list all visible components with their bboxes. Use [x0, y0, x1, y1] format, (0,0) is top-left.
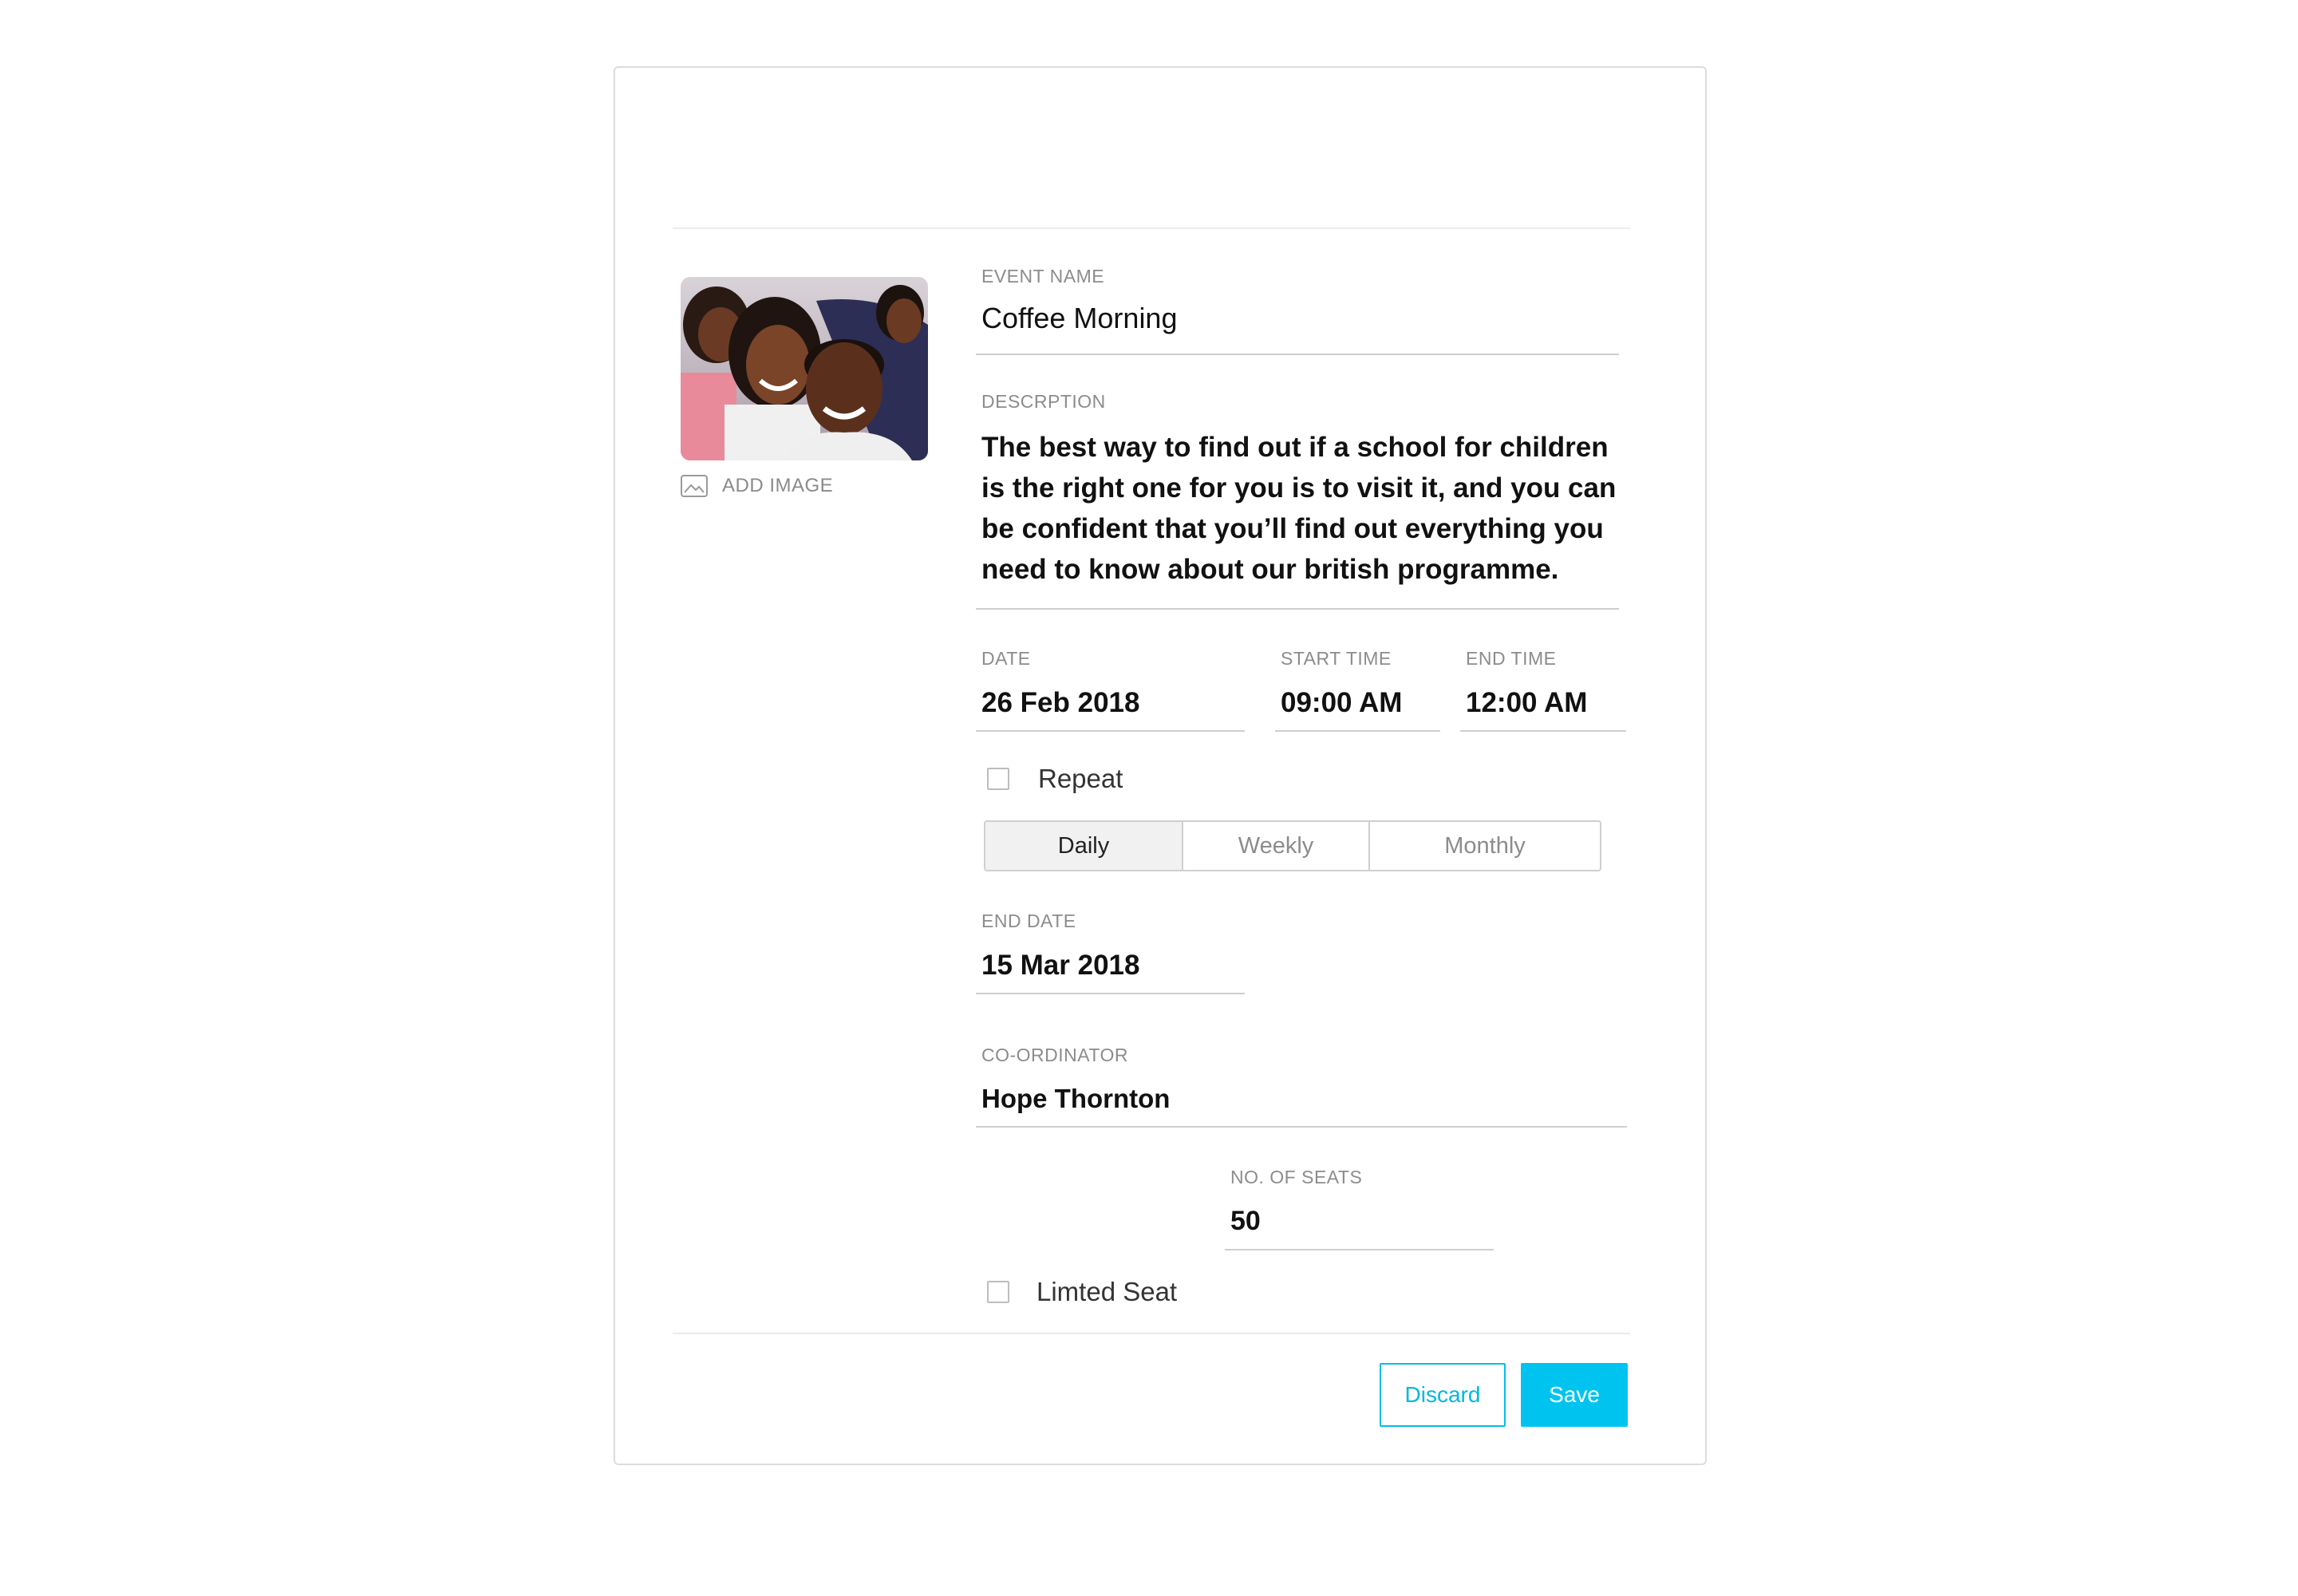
- date-label: DATE: [981, 648, 1031, 669]
- repeat-label: Repeat: [1038, 764, 1123, 793]
- end-time-label: END TIME: [1466, 648, 1557, 669]
- top-divider: [673, 227, 1630, 229]
- event-form-card: ADD IMAGE EVENT NAME Coffee Morning DESC…: [614, 66, 1707, 1465]
- seats-underline: [1225, 1249, 1494, 1250]
- seats-label: NO. OF SEATS: [1230, 1167, 1363, 1187]
- end-time-field[interactable]: END TIME 12:00 AM: [1466, 648, 1587, 719]
- start-time-field[interactable]: START TIME 09:00 AM: [1281, 648, 1402, 719]
- frequency-monthly[interactable]: Monthly: [1370, 822, 1600, 870]
- event-name-label: EVENT NAME: [981, 266, 1105, 286]
- image-icon: [681, 475, 708, 497]
- end-date-label: END DATE: [981, 911, 1076, 931]
- coordinator-underline: [976, 1126, 1627, 1128]
- date-field[interactable]: DATE 26 Feb 2018: [981, 648, 1139, 719]
- description-input[interactable]: The best way to find out if a school for…: [981, 427, 1620, 590]
- end-date-input[interactable]: 15 Mar 2018: [981, 950, 1139, 982]
- bottom-divider: [673, 1333, 1630, 1334]
- add-image-button[interactable]: ADD IMAGE: [681, 475, 833, 497]
- end-date-field[interactable]: END DATE 15 Mar 2018: [981, 911, 1139, 982]
- start-time-input[interactable]: 09:00 AM: [1281, 687, 1402, 719]
- start-time-label: START TIME: [1281, 648, 1392, 669]
- repeat-toggle[interactable]: Repeat: [987, 764, 1123, 794]
- end-time-input[interactable]: 12:00 AM: [1466, 687, 1587, 719]
- event-name-input[interactable]: Coffee Morning: [981, 302, 1177, 335]
- description-field[interactable]: DESCRPTION The best way to find out if a…: [981, 391, 1620, 590]
- add-image-label: ADD IMAGE: [722, 475, 834, 496]
- end-time-underline: [1460, 730, 1626, 732]
- repeat-checkbox[interactable]: [987, 768, 1009, 790]
- seats-field[interactable]: NO. OF SEATS 50: [1230, 1167, 1362, 1237]
- date-underline: [976, 730, 1245, 732]
- limited-seat-toggle[interactable]: Limted Seat: [987, 1277, 1177, 1307]
- limited-seat-checkbox[interactable]: [987, 1281, 1009, 1303]
- frequency-weekly[interactable]: Weekly: [1183, 822, 1370, 870]
- save-button[interactable]: Save: [1521, 1363, 1628, 1427]
- limited-seat-label: Limted Seat: [1036, 1277, 1178, 1306]
- frequency-daily[interactable]: Daily: [985, 822, 1183, 870]
- description-underline: [976, 608, 1619, 610]
- event-photo[interactable]: [681, 277, 928, 460]
- date-input[interactable]: 26 Feb 2018: [981, 687, 1139, 719]
- event-name-field[interactable]: EVENT NAME Coffee Morning: [981, 266, 1177, 335]
- discard-button[interactable]: Discard: [1380, 1363, 1506, 1427]
- seats-input[interactable]: 50: [1230, 1206, 1362, 1237]
- coordinator-field[interactable]: CO-ORDINATOR Hope Thornton: [981, 1045, 1170, 1114]
- event-name-underline: [976, 354, 1619, 355]
- start-time-underline: [1275, 730, 1440, 732]
- coordinator-label: CO-ORDINATOR: [981, 1045, 1129, 1065]
- coordinator-input[interactable]: Hope Thornton: [981, 1084, 1170, 1114]
- frequency-segmented-control: Daily Weekly Monthly: [984, 820, 1601, 871]
- end-date-underline: [976, 993, 1245, 994]
- description-label: DESCRPTION: [981, 391, 1106, 412]
